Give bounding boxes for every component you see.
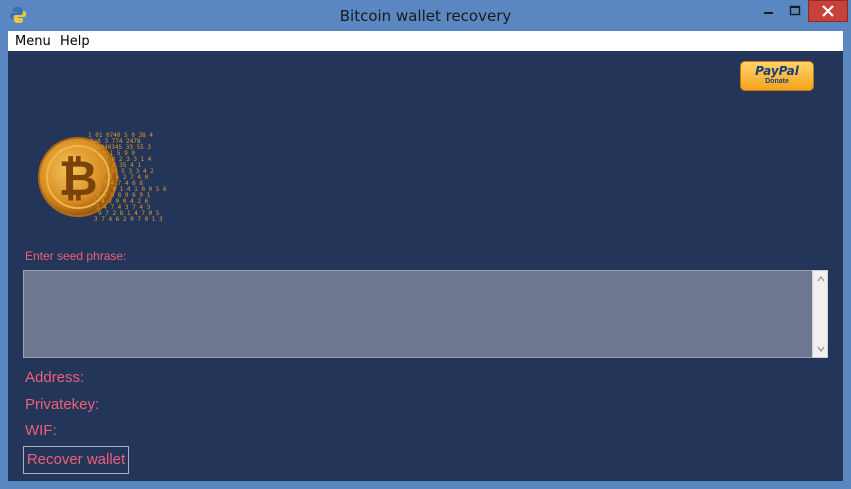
scroll-up-icon[interactable]	[816, 274, 826, 284]
maximize-button[interactable]	[782, 0, 808, 22]
address-label: Address:	[25, 369, 85, 386]
app-window: Bitcoin wallet recovery Menu Help PayPal…	[0, 0, 851, 489]
title-bar[interactable]: Bitcoin wallet recovery	[0, 0, 851, 31]
minimize-icon	[764, 12, 773, 14]
seed-phrase-input[interactable]	[23, 270, 813, 358]
paypal-donate-button[interactable]: PayPal Donate	[740, 61, 814, 91]
window-title: Bitcoin wallet recovery	[339, 7, 512, 25]
privatekey-label: Privatekey:	[25, 396, 100, 413]
seed-scrollbar[interactable]	[812, 270, 828, 358]
recover-wallet-button[interactable]: Recover wallet	[23, 446, 129, 474]
menu-item-menu[interactable]: Menu	[15, 34, 51, 49]
close-button[interactable]	[808, 0, 848, 22]
menu-bar: Menu Help	[8, 31, 843, 51]
svg-text:3 7 4 6 2 0 7 0 1 3: 3 7 4 6 2 0 7 0 1 3	[94, 216, 163, 223]
menu-item-help[interactable]: Help	[60, 34, 90, 49]
paypal-logo-text: PayPal	[755, 64, 799, 78]
maximize-icon	[789, 5, 801, 16]
donate-label: Donate	[765, 78, 789, 85]
main-panel: PayPal Donate ₿ 1 01 0740 5 0 38 4 5a8 3…	[8, 51, 843, 481]
bitcoin-logo-icon: ₿ 1 01 0740 5 0 38 4 5a8 3 774 2478 6630…	[38, 132, 167, 223]
close-icon	[822, 5, 834, 17]
wif-label: WIF:	[25, 422, 57, 439]
minimize-button[interactable]	[755, 0, 782, 22]
scroll-down-icon[interactable]	[816, 344, 826, 354]
seed-phrase-label: Enter seed phrase:	[25, 249, 127, 263]
